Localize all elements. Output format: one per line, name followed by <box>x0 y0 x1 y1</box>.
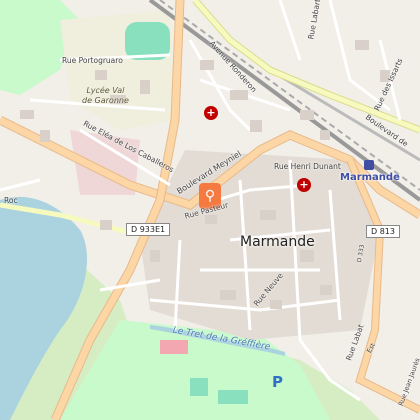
route-shield-d813: D 813 <box>366 225 400 238</box>
lycee-label-line2: de Garonne <box>82 96 129 105</box>
station-label: Marmande <box>340 172 400 183</box>
hospital-icon-2[interactable]: + <box>297 178 311 192</box>
lycee-label-line1: Lycée Val <box>86 86 125 95</box>
pitch-pink <box>160 340 188 354</box>
map-canvas[interactable]: + + ⚲ P Marmande Marmande Lycée Val de G… <box>0 0 420 420</box>
lycee-label: Lycée Val de Garonne <box>82 86 129 106</box>
street-henri-dunant: Rue Henri Dunant <box>274 162 341 171</box>
street-portogruaro: Rue Portogruaro <box>62 56 123 65</box>
pitch-1 <box>190 378 208 396</box>
street-roc: Roc <box>4 196 18 205</box>
route-shield-d933e1: D 933E1 <box>126 223 171 236</box>
parking-icon[interactable]: P <box>272 374 286 390</box>
pitch-2 <box>218 390 248 404</box>
city-label: Marmande <box>240 234 315 250</box>
train-station-icon[interactable] <box>364 160 374 170</box>
hospital-icon[interactable]: + <box>204 106 218 120</box>
